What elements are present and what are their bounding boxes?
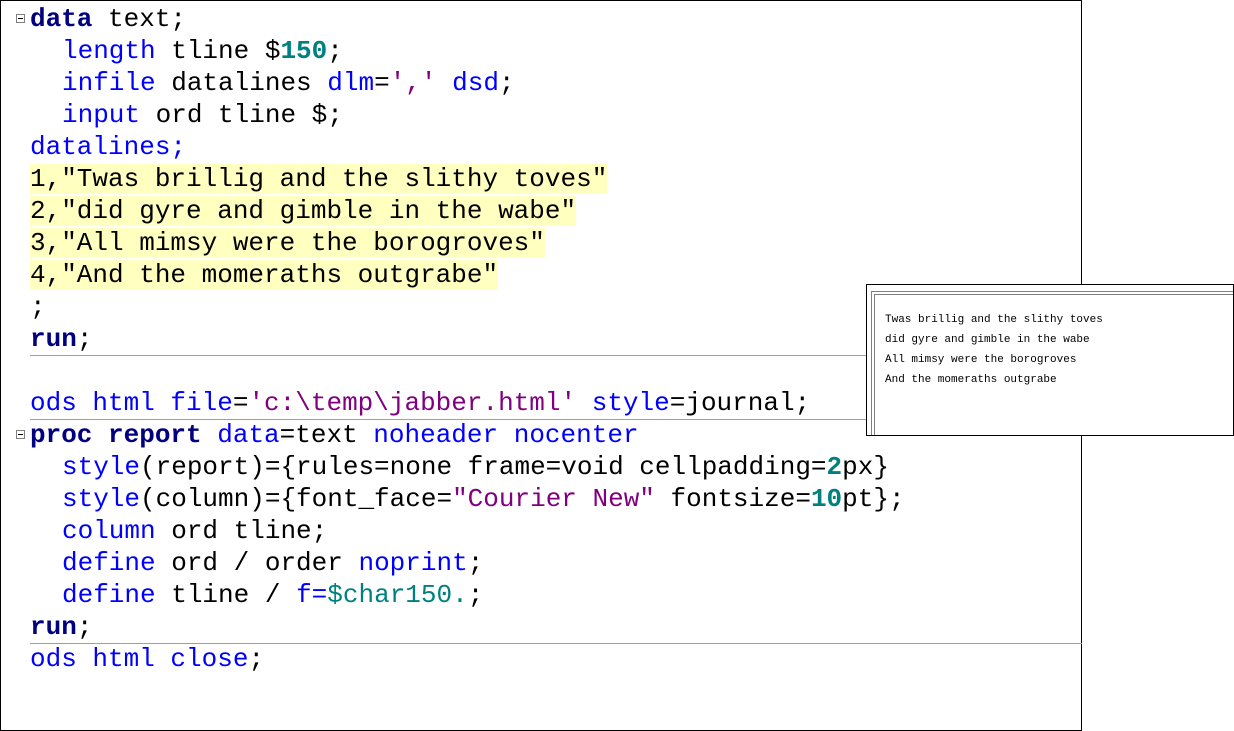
- fold-collapse-icon[interactable]: [16, 14, 25, 23]
- code-token: data: [217, 420, 280, 450]
- code-token: 2,"did gyre and gimble in the wabe": [30, 196, 577, 226]
- report-row: All mimsy were the borogroves: [885, 354, 1077, 366]
- code-token: 'c:\temp\jabber.html': [248, 388, 577, 418]
- code-token: 1,"Twas brillig and the slithy toves": [30, 164, 608, 194]
- code-token: fontsize=: [654, 484, 811, 514]
- code-token: style: [62, 452, 141, 482]
- code-token: length: [62, 36, 156, 66]
- code-token: 2: [826, 452, 843, 482]
- code-token: pt};: [842, 484, 905, 514]
- code-token: ord tline $;: [140, 100, 343, 130]
- code-token: 4,"And the momeraths outgrabe": [30, 260, 499, 290]
- fold-collapse-icon[interactable]: [16, 430, 25, 439]
- code-token: column: [62, 516, 156, 546]
- code-line: datalines;: [30, 131, 186, 163]
- code-token: datalines: [155, 68, 328, 98]
- code-token: f=: [296, 580, 328, 610]
- code-line: style(column)={font_face="Courier New" f…: [62, 483, 905, 515]
- code-token: $char150.: [327, 580, 468, 610]
- code-line: data text;: [30, 3, 186, 35]
- code-line: column ord tline;: [62, 515, 327, 547]
- code-line: 4,"And the momeraths outgrabe": [30, 259, 499, 291]
- code-token: 3,"All mimsy were the borogroves": [30, 228, 545, 258]
- code-token: tline /: [155, 580, 297, 610]
- code-line: 2,"did gyre and gimble in the wabe": [30, 195, 577, 227]
- code-token: data: [30, 4, 93, 34]
- code-line: define ord / order noprint;: [62, 547, 483, 579]
- code-token: datalines;: [30, 132, 187, 162]
- code-line: infile datalines dlm=',' dsd;: [62, 67, 515, 99]
- code-token: define: [62, 580, 156, 610]
- code-token: ',': [389, 68, 437, 98]
- code-token: ;: [76, 612, 93, 642]
- code-token: tline $: [155, 36, 281, 66]
- code-token: ods html close: [30, 644, 249, 674]
- code-token: ;: [498, 68, 515, 98]
- code-token: noheader nocenter: [373, 420, 639, 450]
- code-token: define: [62, 548, 156, 578]
- code-line: style(report)={rules=none frame=void cel…: [62, 451, 889, 483]
- code-token: ;: [248, 644, 265, 674]
- report-row: And the momeraths outgrabe: [885, 374, 1057, 386]
- code-line: ;: [30, 291, 46, 323]
- code-token: (column)={font_face=: [140, 484, 453, 514]
- code-line: ods html file='c:\temp\jabber.html' styl…: [30, 387, 810, 419]
- code-line: proc report data=text noheader nocenter: [30, 419, 639, 451]
- code-line: define tline / f=$char150.;: [62, 579, 483, 611]
- code-token: 10: [810, 484, 843, 514]
- code-token: =journal;: [669, 388, 811, 418]
- code-token: style: [62, 484, 141, 514]
- code-token: ods html file: [30, 388, 233, 418]
- code-token: =: [374, 68, 390, 98]
- code-token: ord / order: [155, 548, 359, 578]
- html-output-window: Twas brillig and the slithy toves did gyr…: [866, 284, 1234, 436]
- code-token: ;: [76, 324, 93, 354]
- code-token: style: [591, 388, 670, 418]
- code-line: 1,"Twas brillig and the slithy toves": [30, 163, 608, 195]
- code-line: length tline $150;: [62, 35, 343, 67]
- code-line: run;: [30, 611, 92, 643]
- code-token: run: [30, 612, 77, 642]
- code-token: run: [30, 324, 77, 354]
- code-line: ods html close;: [30, 643, 264, 675]
- code-token: text;: [92, 4, 187, 34]
- code-token: 150: [280, 36, 328, 66]
- code-line: run;: [30, 323, 92, 355]
- code-token: noprint: [358, 548, 468, 578]
- code-token: ;: [467, 548, 484, 578]
- code-line: input ord tline $;: [62, 99, 343, 131]
- code-token: ;: [30, 292, 46, 322]
- code-token: ord tline;: [155, 516, 328, 546]
- code-token: =: [232, 388, 249, 418]
- report-row: Twas brillig and the slithy toves: [885, 314, 1103, 326]
- code-line: 3,"All mimsy were the borogroves": [30, 227, 545, 259]
- code-token: dsd: [452, 68, 499, 98]
- code-token: infile: [62, 68, 156, 98]
- code-token: px}: [842, 452, 889, 482]
- code-token: proc report: [30, 420, 202, 450]
- code-token: ;: [327, 36, 343, 66]
- code-token: dlm: [327, 68, 375, 98]
- report-row: did gyre and gimble in the wabe: [885, 334, 1090, 346]
- code-token: input: [62, 100, 141, 130]
- code-token: (report)={rules=none frame=void cellpadd…: [140, 452, 827, 482]
- code-token: =text: [279, 420, 374, 450]
- code-token: "Courier New": [452, 484, 655, 514]
- code-token: ;: [467, 580, 484, 610]
